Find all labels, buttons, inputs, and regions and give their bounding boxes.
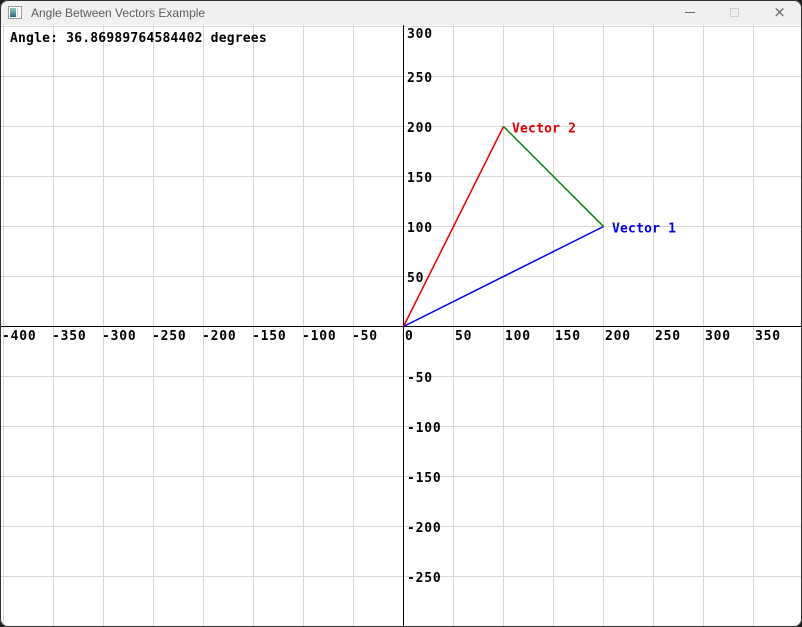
minimize-button[interactable] <box>667 0 712 25</box>
window-controls: × <box>667 0 802 25</box>
x-tick-label: 350 <box>755 329 781 344</box>
x-tick-label: 200 <box>605 329 631 344</box>
desktop-background: Angle Between Vectors Example × Angle: 3… <box>0 0 802 627</box>
x-tick-label: 150 <box>555 329 581 344</box>
x-tick-label: -250 <box>152 329 187 344</box>
window-title: Angle Between Vectors Example <box>31 6 205 20</box>
x-tick-label: -400 <box>2 329 37 344</box>
y-tick-label: 200 <box>407 121 433 136</box>
maximize-icon <box>730 8 739 17</box>
close-icon: × <box>773 5 786 20</box>
close-button[interactable]: × <box>757 0 802 25</box>
vector-1-label: Vector 1 <box>612 222 676 237</box>
app-window: Angle Between Vectors Example × Angle: 3… <box>0 0 802 627</box>
x-tick-label: 0 <box>405 329 414 344</box>
app-icon <box>8 6 22 19</box>
y-tick-label: 150 <box>407 171 433 186</box>
y-tick-label: -100 <box>407 421 442 436</box>
y-tick-label: -50 <box>407 371 433 386</box>
y-tick-label: -200 <box>407 521 442 536</box>
x-tick-label: -200 <box>202 329 237 344</box>
titlebar[interactable]: Angle Between Vectors Example × <box>0 0 802 25</box>
app-icon-strip <box>17 8 20 17</box>
maximize-button[interactable] <box>712 0 757 25</box>
y-tick-label: 250 <box>407 71 433 86</box>
y-tick-label: -150 <box>407 471 442 486</box>
x-tick-label: 100 <box>505 329 531 344</box>
vector-plot-svg <box>0 25 802 627</box>
x-tick-label: -350 <box>52 329 87 344</box>
plot-canvas: Angle: 36.86989764584402 degrees Vector … <box>0 25 802 627</box>
y-tick-label: 100 <box>407 221 433 236</box>
x-tick-label: 50 <box>455 329 472 344</box>
x-tick-label: 250 <box>655 329 681 344</box>
x-tick-label: 300 <box>705 329 731 344</box>
x-tick-label: -300 <box>102 329 137 344</box>
minimize-icon <box>685 12 695 13</box>
x-tick-label: -150 <box>252 329 287 344</box>
app-icon-image <box>10 8 16 17</box>
x-tick-label: -50 <box>352 329 378 344</box>
angle-readout: Angle: 36.86989764584402 degrees <box>10 31 267 46</box>
y-tick-label: 300 <box>407 27 433 42</box>
y-tick-label: 50 <box>407 271 424 286</box>
x-tick-label: -100 <box>302 329 337 344</box>
vector-2-label: Vector 2 <box>512 122 576 137</box>
y-tick-label: -250 <box>407 571 442 586</box>
